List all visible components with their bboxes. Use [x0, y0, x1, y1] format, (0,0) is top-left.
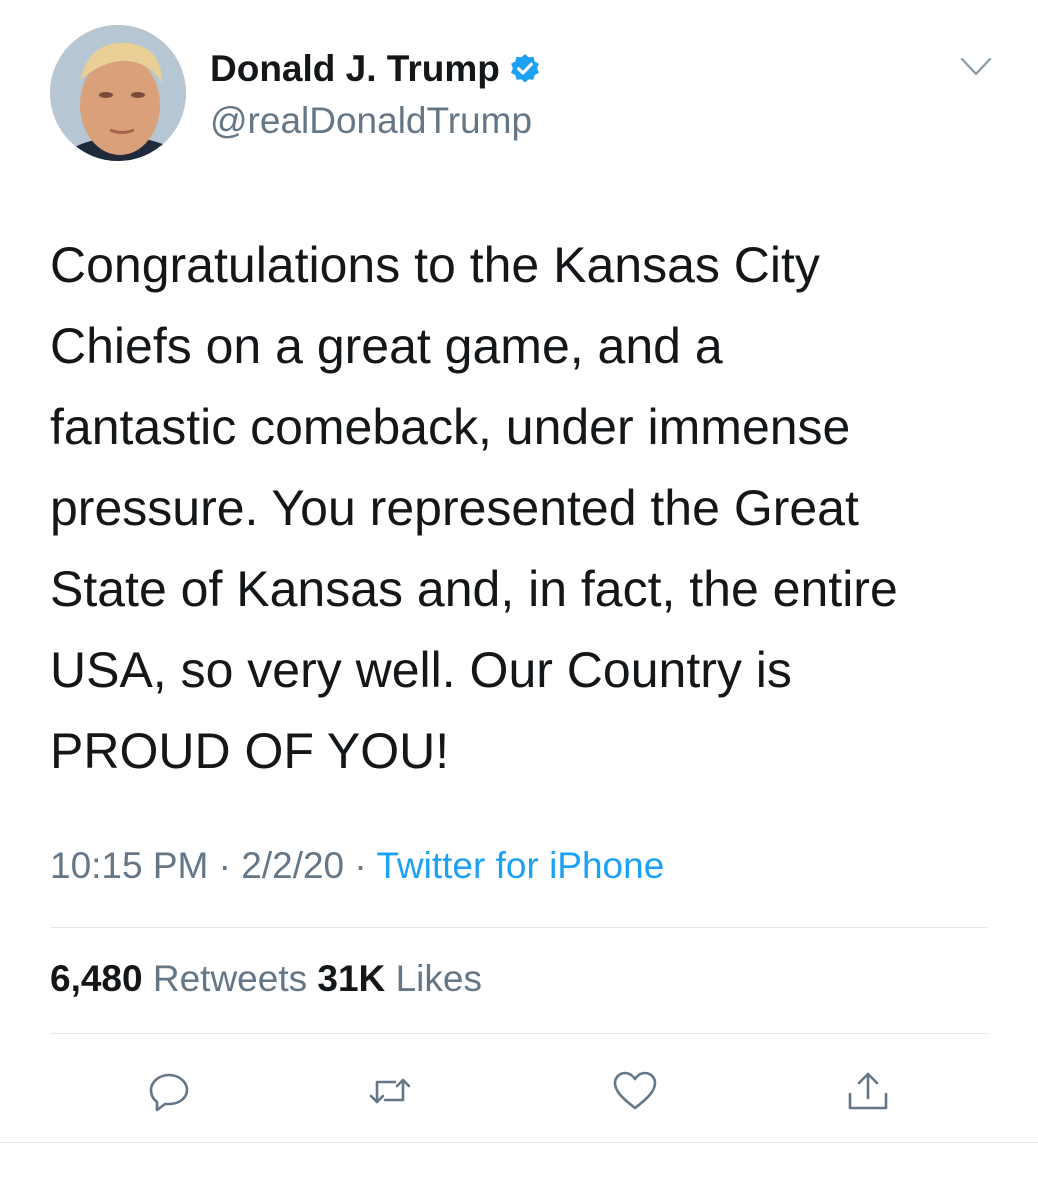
retweets-count: 6,480: [50, 958, 143, 999]
chevron-down-icon[interactable]: [960, 56, 992, 78]
likes-stat[interactable]: 31K Likes: [317, 958, 482, 999]
tweet-text-line: Congratulations to the Kansas City: [50, 237, 820, 293]
verified-badge-icon: [508, 52, 542, 86]
retweets-stat[interactable]: 6,480 Retweets: [50, 958, 317, 999]
tweet-meta: 10:15 PM · 2/2/20 · Twitter for iPhone: [50, 845, 664, 887]
tweet-source-link[interactable]: Twitter for iPhone: [376, 845, 664, 886]
display-name-text: Donald J. Trump: [210, 48, 500, 89]
likes-label: Likes: [395, 958, 482, 999]
tweet-detail: Donald J. Trump @realDonaldTrump Congrat…: [0, 0, 1038, 1200]
likes-count: 31K: [317, 958, 386, 999]
user-handle[interactable]: @realDonaldTrump: [210, 100, 532, 142]
reply-button[interactable]: [144, 1066, 194, 1116]
tweet-text-line: PROUD OF YOU!: [50, 723, 450, 779]
tweet-text: Congratulations to the Kansas City Chief…: [50, 225, 990, 792]
like-button[interactable]: [610, 1066, 660, 1116]
meta-separator: ·: [354, 845, 367, 886]
tweet-text-line: fantastic comeback, under immense: [50, 399, 851, 455]
share-button[interactable]: [843, 1066, 893, 1116]
tweet-stats: 6,480 Retweets 31K Likes: [50, 958, 482, 1000]
share-icon: [848, 1072, 888, 1110]
display-name[interactable]: Donald J. Trump: [210, 48, 542, 90]
tweet-text-line: Chiefs on a great game, and a: [50, 318, 723, 374]
meta-separator: ·: [218, 845, 231, 886]
retweets-label: Retweets: [152, 958, 308, 999]
tweet-time: 10:15 PM: [50, 845, 209, 886]
divider: [50, 1033, 988, 1034]
tweet-text-line: pressure. You represented the Great: [50, 480, 859, 536]
retweet-icon: [369, 1078, 411, 1104]
retweet-button[interactable]: [365, 1066, 415, 1116]
heart-icon: [613, 1071, 657, 1110]
tweet-date: 2/2/20: [241, 845, 345, 886]
reply-icon: [149, 1073, 189, 1112]
tweet-text-line: USA, so very well. Our Country is: [50, 642, 792, 698]
divider: [0, 1142, 1038, 1143]
avatar[interactable]: [50, 25, 186, 161]
divider: [50, 927, 988, 928]
tweet-text-line: State of Kansas and, in fact, the entire: [50, 561, 898, 617]
avatar-image: [50, 25, 186, 161]
